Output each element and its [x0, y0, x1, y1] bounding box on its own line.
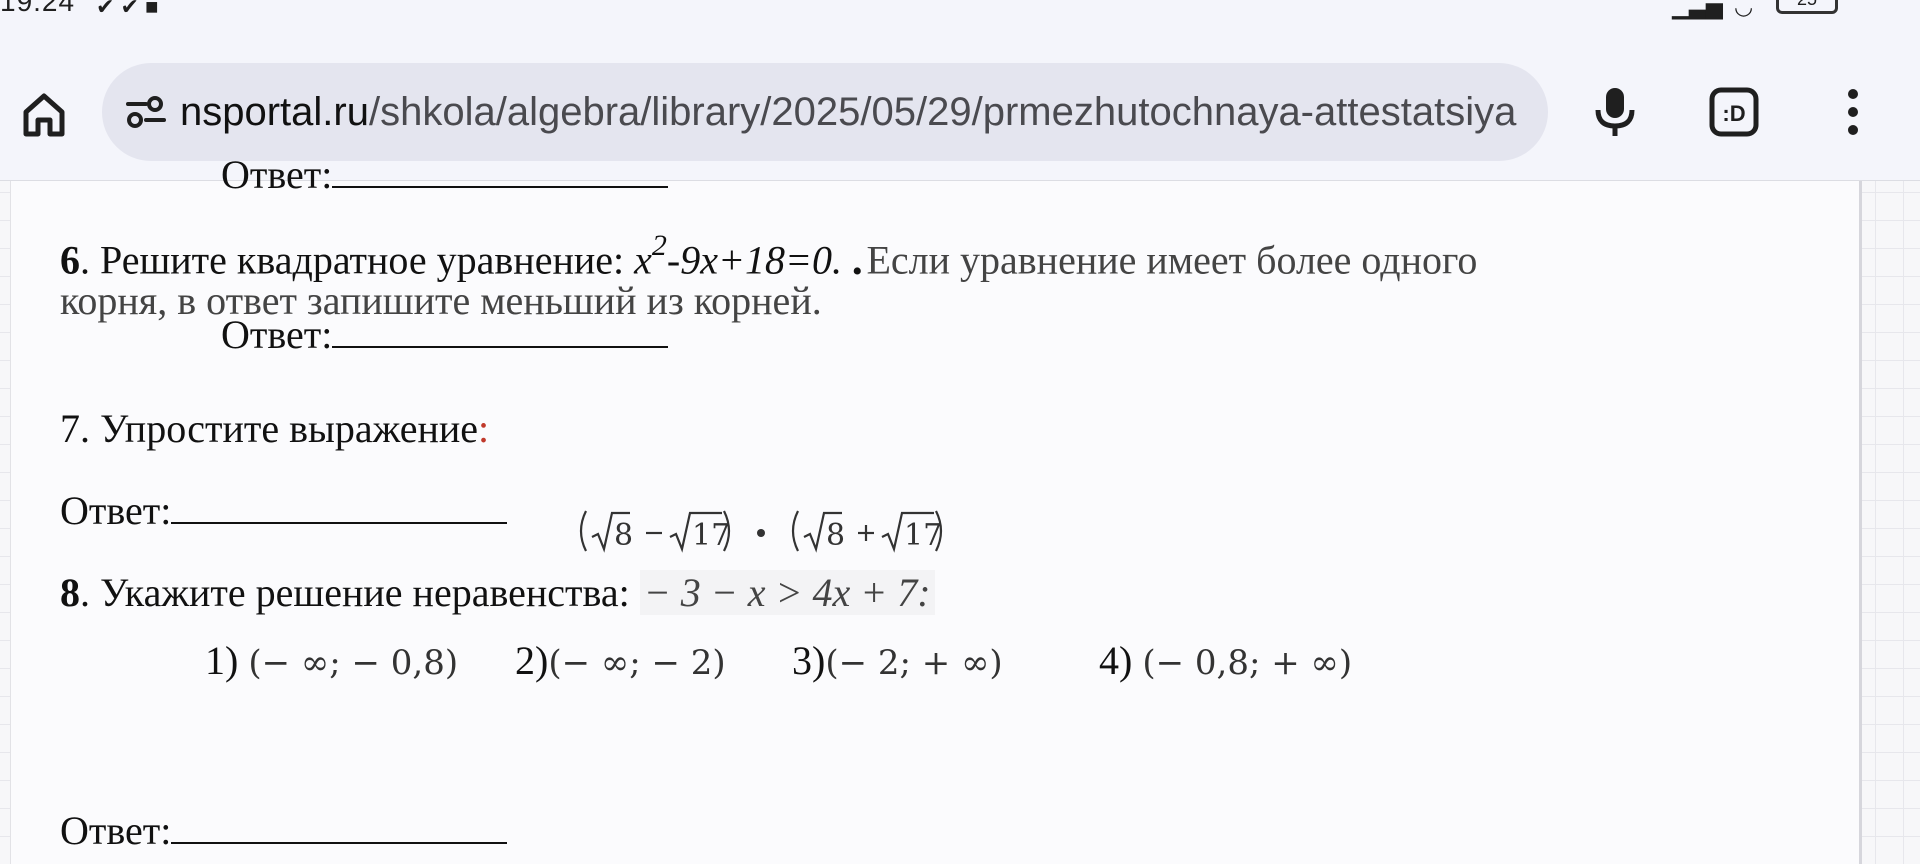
extension-icon: :D: [1709, 87, 1759, 137]
q8-option-2: 2)(− ∞; − 2): [515, 637, 726, 684]
q6-text-2: Если уравнение имеет более одного: [866, 237, 1478, 283]
question-8: 8. Укажите решение неравенства: − 3 − x …: [60, 569, 935, 616]
q7-sqrt8-b: 8: [826, 518, 845, 553]
url-host: nsportal.ru: [180, 90, 369, 134]
q6-answer-line: Ответ:: [221, 311, 669, 358]
q8-option-1-num: 1): [205, 638, 239, 683]
microphone-icon: [1595, 88, 1635, 136]
q8-option-4-expr: (− 0,8; + ∞): [1142, 643, 1353, 683]
prev-answer-blank: [332, 152, 669, 188]
q6-text: . Решите квадратное уравнение:: [80, 237, 635, 283]
wifi-icon: ◡: [1734, 0, 1754, 19]
q6-answer-blank: [332, 312, 669, 348]
q8-option-1: 1) (− ∞; − 0,8): [205, 637, 458, 684]
prev-answer-label: Ответ:: [221, 152, 333, 197]
page-viewport[interactable]: Ответ: 6. Решите квадратное уравнение: x…: [0, 152, 1920, 864]
battery-icon: 25: [1776, 0, 1838, 14]
q7-colon: :: [478, 406, 490, 451]
question-6: 6. Решите квадратное уравнение: x2-9x+18…: [60, 229, 1478, 288]
q6-number: 6: [60, 237, 80, 283]
q8-option-1-expr: (− ∞; − 0,8): [248, 643, 459, 683]
document-page: Ответ: 6. Решите квадратное уравнение: x…: [10, 152, 1862, 864]
signal-icon: ▁▃▅: [1672, 0, 1723, 19]
q6-eq-rest: -9x+18=0.: [666, 237, 842, 283]
home-button[interactable]: [16, 86, 72, 142]
q8-number: 8: [60, 570, 80, 615]
status-time: 19:24: [0, 0, 76, 17]
q7-answer-blank: [171, 488, 508, 524]
extension-button[interactable]: :D: [1704, 82, 1764, 142]
q7-label: 7. Упростите выражение: [60, 406, 479, 451]
q7-answer-label: Ответ:: [60, 488, 172, 533]
q8-answer-blank: [171, 808, 508, 844]
notification-icon: ✔ ✔ ■: [96, 0, 159, 19]
q8-option-4: 4) (− 0,8; + ∞): [1099, 637, 1352, 684]
question-7: 7. Упростите выражение:: [60, 405, 489, 452]
q8-answer-label: Ответ:: [60, 808, 172, 853]
url-text[interactable]: nsportal.ru/shkola/algebra/library/2025/…: [180, 63, 1532, 161]
q7-sqrt8-a: 8: [614, 518, 633, 553]
q8-option-2-expr: (− ∞; − 2): [548, 643, 726, 683]
home-icon: [23, 93, 65, 137]
q8-text: . Укажите решение неравенства:: [80, 570, 640, 615]
q8-option-3-num: 3): [792, 638, 826, 683]
q6-eq-power: 2: [651, 229, 667, 262]
q7-sqrt17-a: 17: [692, 518, 730, 553]
q7-expression: 8 17 8 17: [579, 510, 942, 553]
status-bar: 19:24 ✔ ✔ ■ ▁▃▅ ◡ 25: [0, 0, 1920, 30]
more-vert-icon: [1848, 89, 1858, 135]
site-info-icon[interactable]: [124, 90, 168, 134]
voice-search-button[interactable]: [1585, 82, 1645, 142]
address-bar[interactable]: nsportal.ru/shkola/algebra/library/2025/…: [102, 63, 1548, 161]
q8-option-2-num: 2): [515, 638, 549, 683]
q8-option-4-num: 4): [1099, 638, 1133, 683]
prev-answer-line: Ответ:: [221, 151, 669, 198]
q8-answer-line: Ответ:: [60, 807, 508, 854]
url-path: /shkola/algebra/library/2025/05/29/prmez…: [368, 90, 1517, 134]
q8-option-3: 3)(− 2; + ∞): [792, 637, 1003, 684]
q7-answer-line: Ответ:: [60, 487, 508, 534]
q8-inequality: − 3 − x > 4x + 7:: [639, 570, 935, 615]
q6-answer-label: Ответ:: [221, 312, 333, 357]
svg-text::D: :D: [1722, 101, 1745, 126]
q8-option-3-expr: (− 2; + ∞): [825, 643, 1003, 683]
q6-dot: •: [851, 255, 863, 289]
menu-button[interactable]: [1830, 82, 1876, 142]
q7-sqrt17-b: 17: [904, 518, 942, 553]
q6-eq-x: x: [634, 237, 652, 283]
